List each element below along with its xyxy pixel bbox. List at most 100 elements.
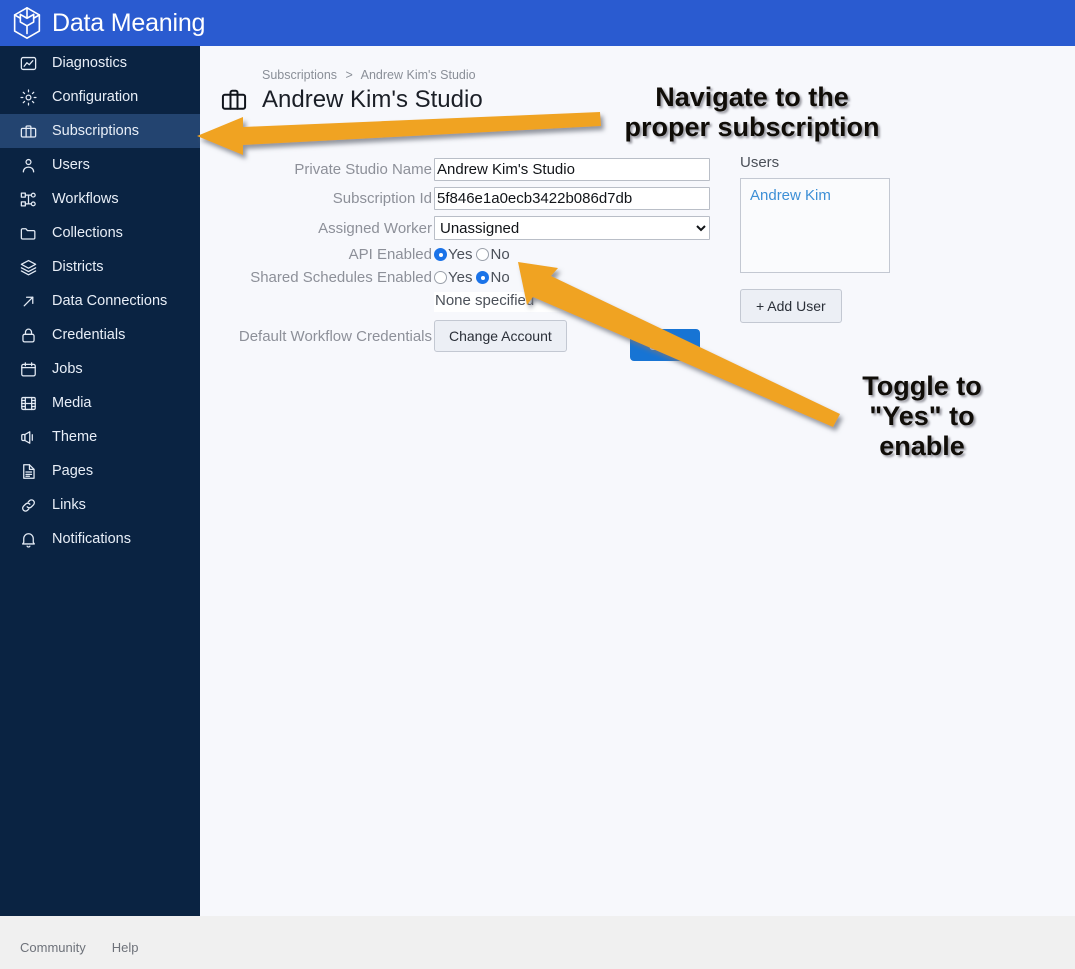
radio-off-icon[interactable] [476,248,490,261]
breadcrumb: Subscriptions > Andrew Kim's Studio [262,68,476,82]
link-chain-icon [18,495,38,515]
page-header: Andrew Kim's Studio [220,86,483,114]
private-studio-name-input[interactable] [434,158,710,181]
sidebar-item-notifications[interactable]: Notifications [0,522,200,556]
sidebar-item-label: Theme [52,429,98,445]
sidebar-item-label: Users [52,157,90,173]
sidebar-item-label: Links [52,497,86,513]
shared-schedules-yes-option[interactable]: Yes [434,269,472,286]
subscription-form: Private Studio Name Subscription Id Assi… [220,158,730,358]
sidebar-item-theme[interactable]: Theme [0,420,200,454]
assigned-worker-select[interactable]: Unassigned [434,216,710,240]
users-panel: Users Andrew Kim + Add User [740,154,890,323]
briefcase-icon [220,86,248,114]
brand-title: Data Meaning [52,8,206,37]
field-shared-schedules-enabled: Shared Schedules Enabled Yes No [220,269,730,286]
sidebar-item-pages[interactable]: Pages [0,454,200,488]
sidebar-item-collections[interactable]: Collections [0,216,200,250]
field-credentials-value: None specified [220,292,730,312]
default-workflow-credentials-value: None specified [434,292,586,312]
sidebar-item-subscriptions[interactable]: Subscriptions [0,114,200,148]
change-account-button[interactable]: Change Account [434,320,567,352]
cube-hexagon-logo-icon [8,4,46,42]
sidebar-item-label: Notifications [52,531,131,547]
calendar-icon [18,359,38,379]
person-icon [18,155,38,175]
film-grid-icon [18,393,38,413]
page-title: Andrew Kim's Studio [262,86,483,113]
sidebar-item-label: Pages [52,463,94,479]
sidebar-item-diagnostics[interactable]: Diagnostics [0,46,200,80]
workflow-nodes-icon [18,189,38,209]
save-button[interactable]: Save [630,329,700,361]
api-enabled-no-option[interactable]: No [476,246,510,263]
assigned-worker-label: Assigned Worker [318,219,432,237]
radio-off-icon[interactable] [434,271,447,284]
sidebar-item-data-connections[interactable]: Data Connections [0,284,200,318]
api-enabled-no-label: No [490,246,510,263]
gear-icon [18,87,38,107]
footer-link-help[interactable]: Help [112,940,139,955]
shared-schedules-no-label: No [490,269,510,286]
private-studio-name-label: Private Studio Name [294,161,432,178]
add-user-button[interactable]: + Add User [740,289,842,323]
bell-icon [18,529,38,549]
sidebar-item-users[interactable]: Users [0,148,200,182]
breadcrumb-root[interactable]: Subscriptions [262,68,337,82]
chart-image-icon [18,53,38,73]
api-enabled-label: API Enabled [348,246,432,263]
user-list-item[interactable]: Andrew Kim [750,187,880,204]
sidebar-item-credentials[interactable]: Credentials [0,318,200,352]
field-assigned-worker: Assigned Worker Unassigned [220,216,730,240]
sidebar-item-workflows[interactable]: Workflows [0,182,200,216]
shared-schedules-yes-label: Yes [448,269,473,286]
api-enabled-yes-option[interactable]: Yes [434,246,472,263]
field-subscription-id: Subscription Id [220,187,730,210]
footer-links: Community Help [20,940,139,955]
sidebar-item-label: Configuration [52,89,139,105]
field-private-studio-name: Private Studio Name [220,158,730,181]
document-icon [18,461,38,481]
api-enabled-radio-group: Yes No [434,246,730,263]
shared-schedules-radio-group: Yes No [434,269,730,286]
sidebar-item-label: Collections [52,225,123,241]
layers-icon [18,257,38,277]
breadcrumb-separator: > [345,68,353,82]
subscription-id-label: Subscription Id [332,190,432,207]
top-bar: Data Meaning [0,0,1075,46]
sidebar-item-configuration[interactable]: Configuration [0,80,200,114]
folder-icon [18,223,38,243]
subscription-id-input[interactable] [434,187,710,210]
sidebar-item-jobs[interactable]: Jobs [0,352,200,386]
app-window: Data Meaning Diagnostics Configuration Sub… [0,0,1075,969]
sidebar-item-label: Data Connections [52,293,168,309]
main-content: Subscriptions > Andrew Kim's Studio Andr… [200,46,1075,916]
sidebar-nav: Diagnostics Configuration Subscriptions Use… [0,46,200,916]
shared-schedules-no-option[interactable]: No [476,269,510,286]
shared-schedules-enabled-label: Shared Schedules Enabled [250,269,432,286]
lock-icon [18,325,38,345]
sidebar-item-links[interactable]: Links [0,488,200,522]
sidebar-item-districts[interactable]: Districts [0,250,200,284]
footer-link-community[interactable]: Community [20,940,86,955]
radio-on-icon[interactable] [476,271,490,284]
arrow-up-right-icon [18,291,38,311]
api-enabled-yes-label: Yes [448,246,473,263]
default-workflow-credentials-label: Default Workflow Credentials [238,327,432,345]
sidebar-item-label: Subscriptions [52,123,140,139]
sidebar-item-label: Credentials [52,327,126,343]
briefcase-icon [18,121,38,141]
radio-on-icon[interactable] [434,248,447,261]
sidebar-item-label: Diagnostics [52,55,127,71]
megaphone-icon [18,427,38,447]
sidebar-item-label: Districts [52,259,104,275]
sidebar-item-media[interactable]: Media [0,386,200,420]
footer-bar: Community Help [0,916,1075,969]
field-api-enabled: API Enabled Yes No [220,246,730,263]
sidebar-item-label: Media [52,395,92,411]
breadcrumb-current: Andrew Kim's Studio [360,68,476,82]
sidebar-item-label: Workflows [52,191,119,207]
sidebar-item-label: Jobs [52,361,83,377]
users-list: Andrew Kim [740,178,890,273]
users-panel-title: Users [740,154,780,171]
